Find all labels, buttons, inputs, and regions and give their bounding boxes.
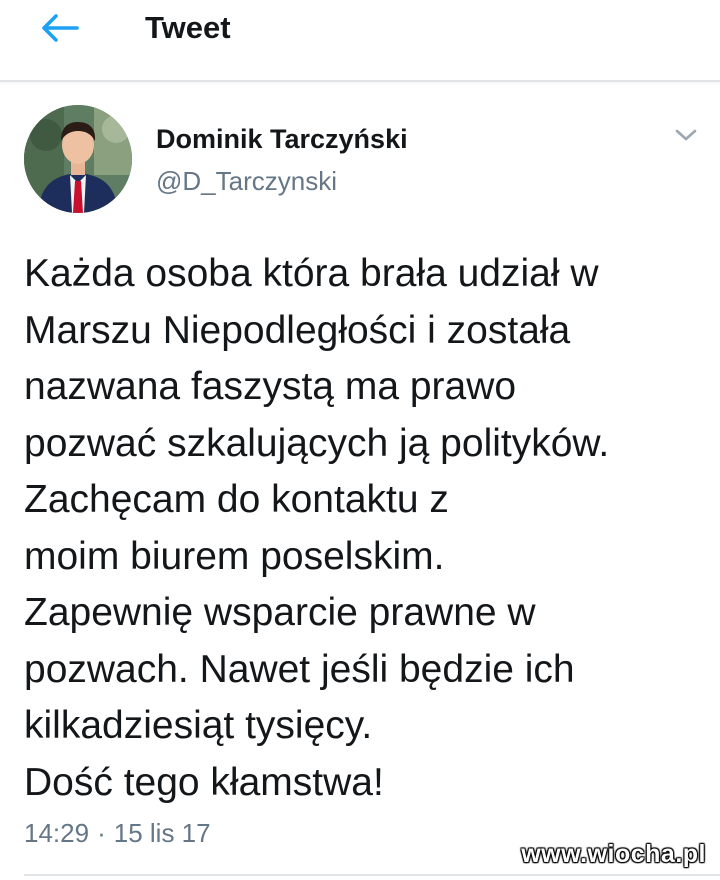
avatar[interactable] <box>24 105 132 213</box>
tweet-text-line: Marszu Niepodległości i została <box>24 308 571 352</box>
tweet-text-line: Zachęcam do kontaktu z <box>24 478 449 521</box>
page-title: Tweet <box>145 10 231 45</box>
meta-separator: · <box>97 818 106 848</box>
tweet-menu-button[interactable] <box>668 118 704 152</box>
author-handle[interactable]: @D_Tarczynski <box>156 166 337 197</box>
tweet-text-line: nazwana faszystą ma prawo <box>24 365 517 408</box>
tweet-text-line: moim biurem poselskim. <box>24 534 445 578</box>
tweet-text-line: pozwać szkalujących ją polityków. <box>24 421 610 465</box>
tweet-text-line: pozwach. Nawet jeśli będzie ich <box>24 647 575 691</box>
tweet-time: 14:29 <box>24 818 90 848</box>
tweet-text-line: Zapewnię wsparcie prawne w <box>24 591 536 634</box>
tweet-text-line: Dość tego kłamstwa! <box>24 760 384 804</box>
profile-photo <box>24 105 132 213</box>
top-app-bar: Tweet <box>0 0 720 82</box>
arrow-left-icon <box>42 14 79 42</box>
tweet-text: Każda osoba która brała udział w Marszu … <box>24 246 714 811</box>
watermark: www.wiocha.pl <box>521 840 706 868</box>
tweet-date: 15 lis 17 <box>113 818 211 848</box>
chevron-down-icon <box>675 129 697 141</box>
back-button[interactable] <box>30 6 90 50</box>
author-name[interactable]: Dominik Tarczyński <box>156 124 408 155</box>
tweet-text-line: Każda osoba która brała udział w <box>24 252 599 295</box>
tweet-text-line: kilkadziesiąt tysięcy. <box>24 704 373 747</box>
divider <box>24 874 720 876</box>
tweet-timestamp[interactable]: 14:29 · 15 lis 17 <box>24 818 211 849</box>
